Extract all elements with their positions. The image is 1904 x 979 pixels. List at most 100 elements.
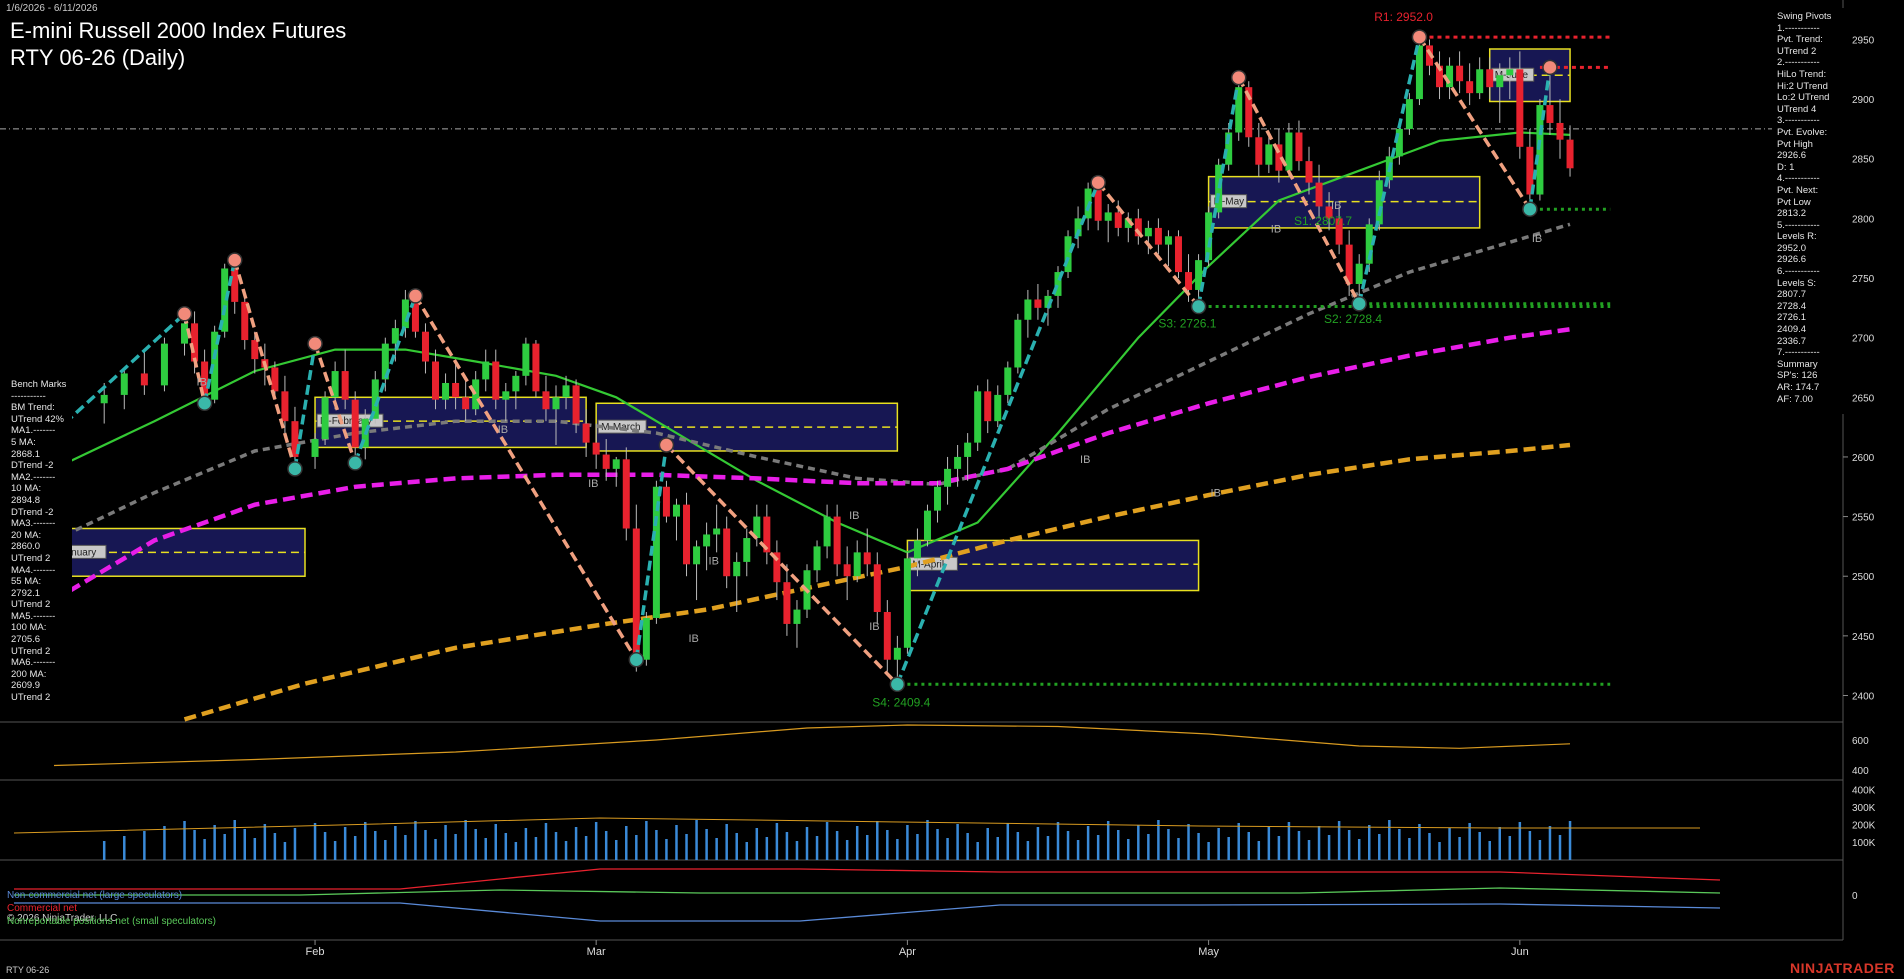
panel-line: 2705.6 — [11, 634, 41, 646]
panel-line: 4.----------- — [1777, 173, 1820, 185]
footer-symbol: RTY 06-26 — [6, 965, 50, 975]
panel-line: BM Trend: — [11, 402, 55, 414]
ib-marker: IB — [1271, 224, 1281, 236]
panel-line: 2813.2 — [1777, 208, 1807, 220]
candle-body — [532, 343, 540, 392]
panel-line: 2409.4 — [1777, 324, 1807, 336]
panel-line: 2792.1 — [11, 587, 41, 599]
s3-label: S3: 2726.1 — [1158, 317, 1216, 331]
candle-body — [1004, 367, 1012, 395]
pivot-low-marker — [1522, 201, 1538, 217]
candle-body — [813, 546, 821, 571]
volume-tick-label: 200K — [1852, 821, 1876, 832]
panel-line: 2336.7 — [1777, 335, 1807, 347]
candle-body — [642, 617, 650, 660]
candle-body — [913, 540, 921, 559]
candle-body — [181, 323, 189, 344]
candle-body — [833, 516, 841, 565]
panel-line: SP's: 126 — [1777, 370, 1818, 382]
price-tick-label: 2450 — [1852, 632, 1875, 643]
candle-body — [672, 504, 680, 517]
pivot-high-marker — [407, 288, 424, 304]
candle-body — [703, 534, 711, 547]
panel-line: 5 MA: — [11, 436, 36, 448]
time-tick-label: Mar — [587, 946, 606, 958]
price-tick-label: 2700 — [1852, 334, 1875, 345]
candle-body — [1405, 99, 1413, 129]
pivot-high-marker — [176, 306, 193, 322]
candle-body — [442, 382, 450, 400]
candle-body — [1556, 122, 1564, 140]
panel-line: UTrend 2 — [11, 645, 51, 657]
candle-body — [964, 442, 972, 457]
panel-line: DTrend -2 — [11, 460, 54, 472]
panel-line: Pvt. Next: — [1777, 184, 1819, 196]
pivot-high-marker — [658, 437, 675, 453]
candle-body — [994, 394, 1002, 422]
candle-body — [934, 486, 942, 511]
candle-body — [582, 423, 590, 443]
candle-body — [421, 331, 429, 362]
candle-body — [602, 454, 610, 469]
volume-tick-label: 100K — [1852, 838, 1876, 849]
candle-body — [572, 385, 580, 424]
cot-tick-label: 0 — [1852, 891, 1858, 902]
price-tick-label: 2600 — [1852, 453, 1875, 464]
ib-marker: IB — [1211, 487, 1221, 499]
price-tick-label: 2400 — [1852, 692, 1875, 703]
candle-body — [743, 538, 751, 562]
panel-line: 55 MA: — [11, 576, 42, 588]
candle-body — [160, 343, 168, 386]
instrument-title: E-mini Russell 2000 Index Futures — [10, 18, 347, 43]
panel-line: Summary — [1777, 358, 1818, 370]
panel-line: 2728.4 — [1777, 300, 1807, 312]
ib-marker: IB — [849, 510, 859, 522]
candle-body — [1104, 212, 1112, 221]
price-tick-label: 2850 — [1852, 155, 1875, 166]
candle-body — [1496, 75, 1504, 88]
candle-body — [1315, 182, 1323, 207]
volume-tick-label: 300K — [1852, 803, 1876, 814]
candle-body — [351, 399, 359, 448]
candle-body — [552, 397, 560, 410]
candle-body — [1506, 69, 1514, 76]
candle-body — [1265, 144, 1273, 165]
candle-body — [1466, 81, 1474, 94]
candle-body — [733, 561, 741, 577]
panel-line: 5.----------- — [1777, 219, 1820, 231]
panel-line: 2894.8 — [11, 494, 41, 506]
price-chart[interactable]: M-JanuaryM-FebruaryM-MarchM-AprilM-MayM-… — [0, 0, 1904, 979]
panel-line: MA3.------- — [11, 518, 56, 530]
candle-body — [793, 609, 801, 624]
candle-body — [1185, 272, 1193, 290]
price-tick-label: 2950 — [1852, 35, 1875, 46]
candle-body — [1305, 161, 1313, 183]
candle-body — [923, 510, 931, 541]
candle-body — [1516, 69, 1524, 147]
panel-line: 2926.6 — [1777, 254, 1807, 266]
candle-body — [341, 371, 349, 400]
panel-line: UTrend 2 — [11, 552, 51, 564]
candle-body — [251, 340, 259, 360]
candle-body — [893, 647, 901, 660]
candle-body — [883, 612, 891, 660]
pivot-low-marker — [1190, 298, 1207, 315]
panel-line: 1.----------- — [1777, 22, 1820, 34]
candle-body — [281, 391, 289, 422]
candle-body — [1154, 227, 1162, 245]
ib-marker: IB — [197, 376, 207, 388]
swing-pivots-panel: Swing Pivots 1.----------- Pvt. Trend: UTre… — [1772, 8, 1850, 414]
panel-line: 2609.9 — [11, 680, 41, 692]
pivot-high-marker — [1411, 29, 1428, 45]
candle-body — [853, 552, 861, 577]
candle-body — [120, 373, 128, 395]
candle-body — [612, 459, 620, 469]
candle-body — [191, 323, 199, 362]
candle-body — [522, 343, 530, 376]
candle-body — [271, 367, 279, 392]
candle-body — [1456, 65, 1464, 82]
panel-line: 2726.1 — [1777, 312, 1807, 324]
panel-line: AR: 174.7 — [1777, 382, 1820, 393]
chart-title-box: E-mini Russell 2000 Index Futures RTY 06… — [6, 17, 380, 77]
candle-body — [452, 382, 460, 398]
